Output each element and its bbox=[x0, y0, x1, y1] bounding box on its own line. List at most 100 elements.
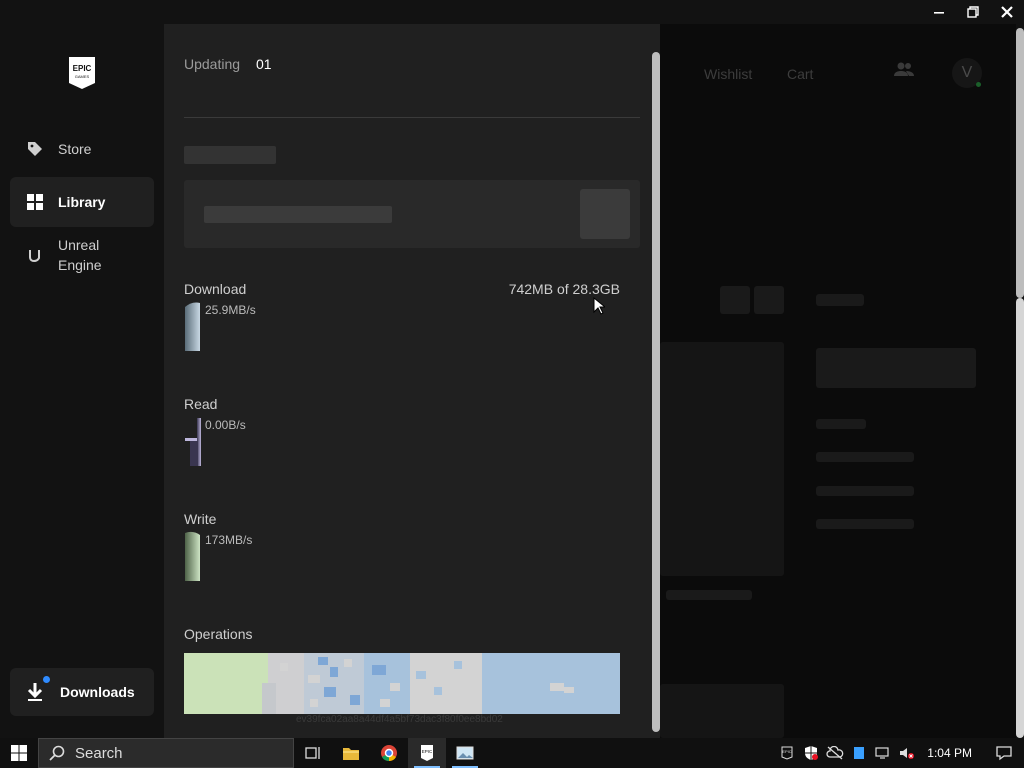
search-placeholder: Search bbox=[75, 744, 123, 762]
placeholder-block bbox=[816, 519, 914, 529]
network-icon bbox=[875, 747, 889, 759]
windows-taskbar: Search EPIC EPIC 1:04 PM bbox=[0, 738, 1024, 768]
download-item-card[interactable] bbox=[184, 180, 640, 248]
write-graph bbox=[185, 531, 200, 581]
download-graph bbox=[185, 302, 200, 351]
epic-games-taskbar-button[interactable]: EPIC bbox=[408, 738, 446, 768]
online-status-dot bbox=[976, 82, 981, 87]
file-explorer-icon bbox=[343, 748, 359, 760]
download-rate: 25.9MB/s bbox=[205, 303, 256, 317]
title-placeholder bbox=[184, 146, 276, 164]
updating-header: Updating 01 bbox=[184, 56, 272, 72]
updating-count: 01 bbox=[255, 56, 272, 72]
write-rate: 173MB/s bbox=[205, 533, 253, 547]
epic-tray-icon: EPIC bbox=[781, 746, 793, 760]
security-tray-button[interactable] bbox=[799, 738, 823, 768]
updating-label: Updating bbox=[184, 56, 241, 72]
minimize-button[interactable] bbox=[922, 0, 956, 24]
placeholder-block bbox=[754, 286, 784, 314]
mouse-cursor-icon bbox=[593, 297, 605, 315]
taskbar-clock[interactable]: 1:04 PM bbox=[919, 746, 984, 760]
cloud-off-icon bbox=[826, 746, 844, 760]
write-metric: Write 173MB/s bbox=[184, 511, 640, 581]
notification-icon bbox=[996, 746, 1012, 761]
photos-button[interactable] bbox=[446, 738, 484, 768]
photos-icon bbox=[456, 746, 474, 760]
volume-tray-button[interactable] bbox=[895, 738, 919, 768]
cart-link[interactable]: Cart bbox=[787, 66, 813, 82]
svg-text:GAMES: GAMES bbox=[75, 74, 90, 79]
task-view-icon bbox=[305, 747, 320, 759]
restore-icon bbox=[967, 6, 979, 18]
chrome-button[interactable] bbox=[370, 738, 408, 768]
action-center-button[interactable] bbox=[984, 738, 1024, 768]
start-button[interactable] bbox=[0, 738, 38, 768]
placeholder-block bbox=[816, 486, 914, 496]
network-tray-button[interactable] bbox=[871, 738, 895, 768]
write-label: Write bbox=[184, 511, 217, 527]
placeholder-image bbox=[660, 342, 784, 576]
sidebar-item-label: Downloads bbox=[60, 684, 135, 700]
download-indicator-dot bbox=[43, 676, 50, 683]
blue-square-icon bbox=[854, 747, 865, 759]
placeholder-block bbox=[816, 452, 914, 462]
onedrive-tray-button[interactable] bbox=[823, 738, 847, 768]
placeholder-block bbox=[816, 294, 864, 306]
avatar[interactable]: V bbox=[952, 58, 982, 88]
windows-logo-icon bbox=[11, 745, 27, 761]
operations-id: ev39fca02aa8a44df4a5bf73dac3f80f0ee8bd02 bbox=[296, 714, 503, 725]
operations-map bbox=[184, 653, 620, 714]
file-explorer-button[interactable] bbox=[332, 738, 370, 768]
store-background: Wishlist Cart V bbox=[660, 24, 1016, 738]
placeholder-image bbox=[660, 684, 784, 738]
download-icon bbox=[26, 676, 50, 702]
read-graph bbox=[185, 418, 201, 466]
panel-scrollbar[interactable] bbox=[652, 52, 660, 732]
item-name-placeholder bbox=[204, 206, 392, 223]
svg-text:EPIC: EPIC bbox=[422, 749, 433, 754]
sidebar-item-label: Store bbox=[58, 141, 92, 157]
download-metric: Download 742MB of 28.3GB 25.9MB/s bbox=[184, 281, 640, 351]
placeholder-block bbox=[720, 286, 750, 314]
svg-text:EPIC: EPIC bbox=[783, 749, 792, 754]
system-tray: EPIC 1:04 PM bbox=[775, 738, 1024, 768]
wishlist-link[interactable]: Wishlist bbox=[704, 66, 752, 82]
sidebar-item-library[interactable]: Library bbox=[10, 177, 154, 227]
restore-button[interactable] bbox=[956, 0, 990, 24]
shield-icon bbox=[805, 746, 819, 760]
page-scrollbar-track bbox=[1016, 298, 1024, 738]
svg-text:EPIC: EPIC bbox=[73, 64, 92, 73]
sidebar-nav: EPIC GAMES Store Library Unreal Engine D… bbox=[0, 24, 164, 738]
sidebar-item-downloads[interactable]: Downloads bbox=[10, 668, 154, 716]
read-label: Read bbox=[184, 396, 218, 412]
volume-muted-icon bbox=[900, 748, 915, 759]
grid-icon bbox=[26, 193, 44, 211]
placeholder-block bbox=[816, 348, 976, 388]
page-scrollbar-thumb[interactable] bbox=[1016, 28, 1024, 298]
operations-label: Operations bbox=[184, 626, 253, 642]
sidebar-item-unreal-engine[interactable]: Unreal Engine bbox=[10, 230, 154, 280]
sidebar-item-label: Library bbox=[58, 194, 106, 210]
close-icon bbox=[1001, 6, 1013, 18]
epic-games-icon: EPIC bbox=[421, 745, 433, 761]
read-metric: Read 0.00B/s bbox=[184, 396, 640, 466]
task-view-button[interactable] bbox=[294, 738, 332, 768]
chrome-icon bbox=[381, 745, 397, 762]
minimize-icon bbox=[934, 12, 944, 14]
download-total: 742MB of 28.3GB bbox=[508, 281, 620, 297]
sidebar-item-label: Unreal Engine bbox=[58, 237, 102, 273]
friends-icon[interactable] bbox=[892, 58, 916, 82]
unreal-icon bbox=[26, 246, 44, 264]
close-button[interactable] bbox=[990, 0, 1024, 24]
epic-tray-button[interactable]: EPIC bbox=[775, 738, 799, 768]
search-icon bbox=[49, 745, 65, 761]
placeholder-block bbox=[816, 419, 866, 429]
app-tray-button[interactable] bbox=[847, 738, 871, 768]
epic-launcher-screen: EPIC GAMES Store Library Unreal Engine D… bbox=[0, 0, 1024, 768]
downloads-panel: Updating 01 Download 742MB of 28.3GB 25.… bbox=[164, 24, 660, 738]
read-rate: 0.00B/s bbox=[205, 418, 246, 432]
placeholder-block bbox=[666, 590, 752, 600]
taskbar-search[interactable]: Search bbox=[38, 738, 294, 768]
epic-games-logo[interactable]: EPIC GAMES bbox=[68, 56, 96, 90]
sidebar-item-store[interactable]: Store bbox=[10, 124, 154, 174]
